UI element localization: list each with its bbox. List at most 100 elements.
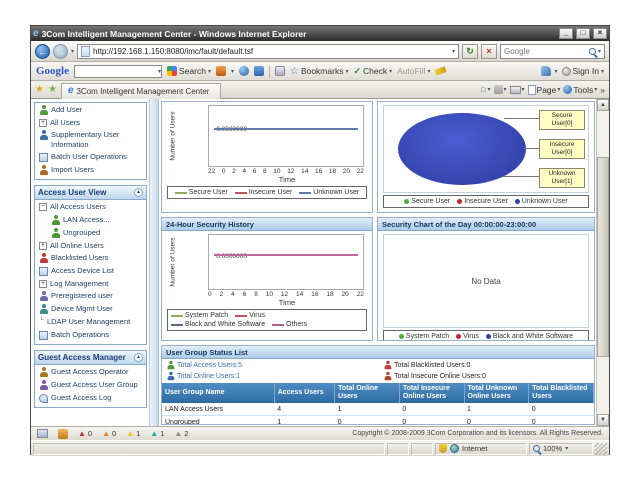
warning-alarm-count[interactable]: ▲ 1 — [150, 429, 164, 438]
scroll-thumb[interactable] — [597, 157, 609, 357]
sidebar-item-ungrouped[interactable]: Ungrouped — [35, 226, 146, 239]
signin-caret-icon[interactable]: ▾ — [601, 68, 604, 75]
cell-group-name[interactable]: Ungrouped — [162, 416, 274, 425]
sitesearch-icon[interactable] — [216, 66, 226, 76]
expand-plus-icon[interactable]: + — [39, 119, 47, 127]
search-options-caret-icon[interactable]: ▾ — [208, 68, 211, 75]
ie-search-input[interactable] — [504, 47, 587, 56]
close-button[interactable]: × — [593, 28, 607, 39]
minimize-button[interactable]: _ — [559, 28, 573, 39]
zoom-pane[interactable]: 100% ▾ — [529, 443, 593, 455]
sidebar-item-guest-access-user-group[interactable]: Guest Access User Group — [35, 378, 146, 391]
overflow-chevron-icon[interactable]: » — [600, 85, 605, 95]
sidebar-item-all-users[interactable]: + All Users — [35, 116, 146, 128]
major-alarm-count[interactable]: ▲ 0 — [102, 429, 116, 438]
sidebar-item-ldap-user-management[interactable]: └ LDAP User Management — [35, 315, 146, 327]
forward-button[interactable]: → — [53, 44, 68, 59]
toolbar-settings-icon[interactable] — [541, 66, 551, 76]
column-header[interactable]: Total Online Users — [335, 383, 400, 403]
sidebar-item-device-mgmt-user[interactable]: Device Mgmt User — [35, 302, 146, 315]
collapse-icon[interactable]: ▲ — [134, 353, 143, 362]
tools-caret-icon[interactable]: ▾ — [594, 86, 597, 93]
scroll-up-icon[interactable]: ▲ — [597, 99, 609, 111]
content-scrollbar[interactable]: ▲ ▼ — [596, 99, 609, 426]
column-header[interactable]: Total Unknown Online Users — [464, 383, 529, 403]
page-caret-icon[interactable]: ▾ — [557, 86, 560, 93]
column-header[interactable]: Access Users — [274, 383, 334, 403]
add-favorite-icon[interactable]: ★ — [48, 84, 57, 95]
bookmarks-button[interactable]: ☆ Bookmarks ▾ — [290, 66, 349, 77]
check-caret-icon[interactable]: ▾ — [389, 68, 392, 75]
stop-button[interactable]: × — [481, 44, 497, 59]
autofill-button[interactable]: AutoFill ▾ — [397, 66, 430, 76]
total-access-users[interactable]: Total Access Users:5 — [166, 360, 383, 370]
search-caret-icon[interactable]: ▾ — [598, 48, 601, 55]
info-alarm-count[interactable]: ▲ 2 — [174, 429, 188, 438]
google-search-input[interactable] — [75, 67, 158, 76]
scroll-down-icon[interactable]: ▼ — [597, 414, 609, 426]
column-header[interactable]: User Group Name — [162, 383, 274, 403]
sidebar-item-guest-access-operator[interactable]: Guest Access Operator — [35, 365, 146, 378]
url-text[interactable]: http://192.168.1.150:8080/imc/fault/defa… — [93, 47, 449, 56]
check-button[interactable]: ✓ Check ▾ — [353, 66, 392, 77]
sidebar-item-access-device-list[interactable]: Access Device List — [35, 264, 146, 277]
tab-3com-imc[interactable]: e 3Com Intelligent Management Center — [61, 83, 221, 99]
print-caret-icon[interactable]: ▾ — [522, 86, 525, 93]
url-field[interactable]: http://192.168.1.150:8080/imc/fault/defa… — [77, 44, 459, 59]
sidebar-item-all-access-users[interactable]: − All Access Users — [35, 200, 146, 212]
home-button[interactable]: ⌂ ▾ — [480, 84, 490, 95]
minor-alarm-count[interactable]: ▲ 1 — [126, 429, 140, 438]
highlighter-icon[interactable] — [435, 66, 447, 75]
sidebar-item-preregistered-user[interactable]: Preregistered user — [35, 289, 146, 302]
collapse-minus-icon[interactable]: − — [39, 203, 47, 211]
add-gadget-icon[interactable] — [254, 66, 264, 76]
sidebar-item-batch-user-operations[interactable]: Batch User Operations — [35, 150, 146, 163]
guest-access-manager-header[interactable]: Guest Access Manager ▲ — [35, 351, 146, 365]
sidebar-item-supplementary-user-information[interactable]: Supplementary User Information — [35, 128, 146, 150]
sidebar-item-batch-operations[interactable]: Batch Operations — [35, 328, 146, 341]
sitesearch-caret-icon[interactable]: ▾ — [231, 68, 234, 75]
zoom-caret-icon[interactable]: ▾ — [565, 445, 568, 452]
feeds-caret-icon[interactable]: ▾ — [504, 86, 507, 93]
resize-grip[interactable] — [595, 443, 607, 455]
ie-search-box[interactable]: ▾ — [500, 44, 605, 59]
google-search-box[interactable]: ▾ — [74, 65, 162, 78]
search-icon[interactable] — [589, 48, 596, 55]
translate-icon[interactable] — [239, 66, 249, 76]
bookmarks-caret-icon[interactable]: ▾ — [345, 68, 348, 75]
sign-in-button[interactable]: Sign In ▾ — [562, 66, 604, 76]
print-button[interactable]: ▾ — [510, 86, 525, 94]
sidewiki-icon[interactable] — [275, 66, 285, 76]
summary-link[interactable]: Total Access Users:5 — [177, 362, 242, 369]
tools-menu-button[interactable]: Tools ▾ — [563, 85, 597, 95]
column-header[interactable]: Total Blacklisted Users — [529, 383, 594, 403]
page-menu-button[interactable]: Page ▾ — [528, 85, 561, 95]
history-caret-icon[interactable]: ▾ — [71, 48, 74, 55]
total-online-users[interactable]: Total Online Users:1 — [166, 371, 383, 381]
expand-plus-icon[interactable]: + — [39, 280, 47, 288]
back-button[interactable]: ← — [35, 44, 50, 59]
collapse-icon[interactable]: ▲ — [134, 188, 143, 197]
sidebar-item-all-online-users[interactable]: + All Online Users — [35, 239, 146, 251]
access-user-view-header[interactable]: Access User View ▲ — [35, 186, 146, 200]
cell-value[interactable]: 1 — [274, 416, 334, 425]
log-window-icon[interactable] — [37, 429, 48, 438]
cell-value[interactable]: 4 — [274, 403, 334, 416]
sidebar-item-add-user[interactable]: Add User — [35, 103, 146, 116]
google-search-caret-icon[interactable]: ▾ — [158, 68, 161, 75]
summary-link[interactable]: Total Online Users:1 — [177, 373, 240, 380]
expand-plus-icon[interactable]: + — [39, 242, 47, 250]
favorites-icon[interactable]: ★ — [35, 84, 44, 95]
alarm-hand-icon[interactable] — [58, 429, 68, 439]
security-zone-pane[interactable]: Internet — [435, 443, 527, 455]
critical-alarm-count[interactable]: ▲ 0 — [78, 429, 92, 438]
sidebar-splitter[interactable] — [149, 99, 159, 426]
column-header[interactable]: Total Insecure Online Users — [399, 383, 464, 403]
autofill-caret-icon[interactable]: ▾ — [427, 68, 430, 75]
sidebar-item-import-users[interactable]: Import Users — [35, 163, 146, 176]
google-search-button[interactable]: Search ▾ — [167, 66, 211, 76]
refresh-button[interactable]: ↻ — [462, 44, 478, 59]
url-dropdown-icon[interactable]: ▾ — [452, 48, 455, 55]
maximize-button[interactable]: □ — [576, 28, 590, 39]
sidebar-item-log-management[interactable]: + Log Management — [35, 277, 146, 289]
